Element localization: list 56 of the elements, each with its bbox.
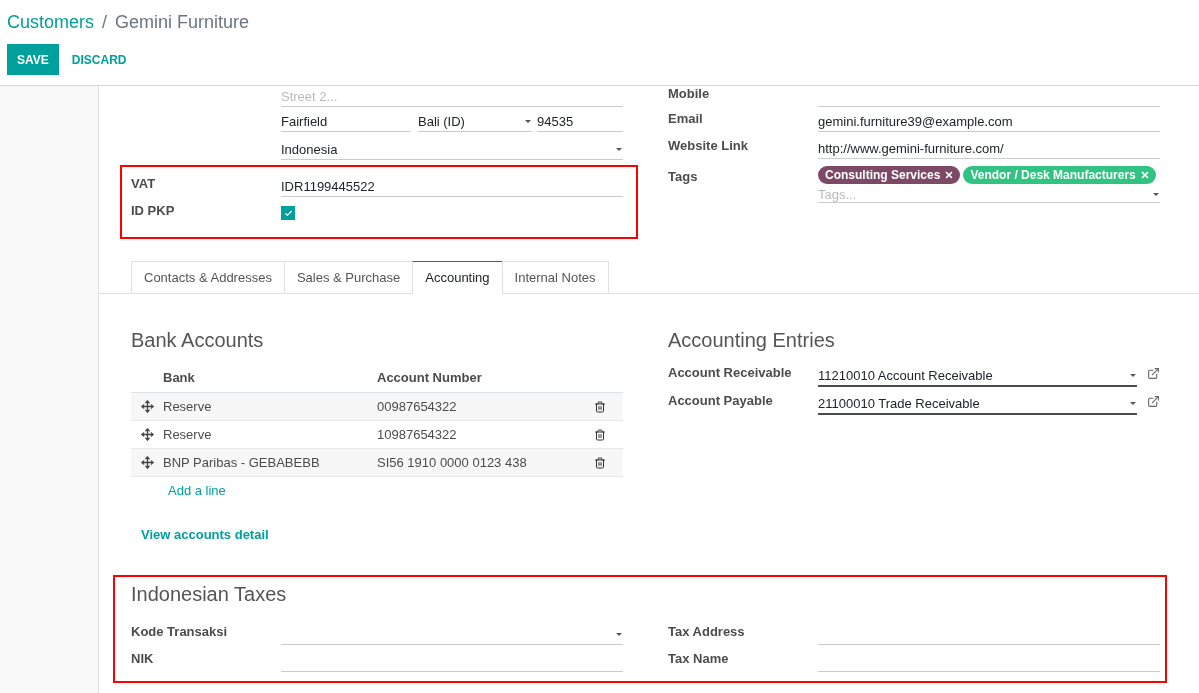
trash-icon[interactable]: [594, 456, 606, 469]
zip-field[interactable]: 94535: [537, 108, 623, 132]
checkbox[interactable]: [281, 206, 295, 220]
account-select[interactable]: 21100010 Trade Receivable: [818, 390, 1137, 415]
table-cell-text: Reserve: [163, 427, 213, 442]
table-cell-text: 10987654322: [377, 427, 458, 442]
caret-icon: [616, 632, 622, 636]
caret-icon: [1153, 193, 1159, 196]
section-title: Accounting Entries: [668, 329, 836, 352]
field-label: Tax Name: [668, 650, 730, 666]
record-title: Gemini Furniture: [115, 11, 250, 33]
trash-icon[interactable]: [594, 400, 606, 413]
close-icon[interactable]: [944, 170, 955, 180]
field-label: Email: [668, 110, 704, 126]
section-title: Indonesian Taxes: [131, 583, 288, 606]
text-field[interactable]: http://www.gemini-furniture.com/: [818, 135, 1160, 159]
tab[interactable]: Accounting: [412, 261, 503, 294]
field-label: Mobile: [668, 86, 711, 101]
tag-chip: Consulting Services: [818, 166, 961, 184]
field-label: ID PKP: [131, 202, 176, 218]
tab[interactable]: Internal Notes: [501, 261, 609, 294]
move-icon[interactable]: [140, 400, 154, 413]
caret-icon: [616, 147, 622, 151]
caret-icon: [525, 119, 531, 123]
section-title: Bank Accounts: [131, 329, 265, 352]
column-header: Bank: [163, 369, 196, 385]
table-cell-text: 00987654322: [377, 399, 458, 414]
check-icon: [283, 208, 293, 218]
external-link-icon[interactable]: [1147, 395, 1160, 408]
field-label: Tax Address: [668, 623, 746, 639]
field-label: Kode Transaksi: [131, 623, 229, 639]
tag-chip: Vendor / Desk Manufacturers: [963, 166, 1156, 184]
table-cell-text: BNP Paribas - GEBABEBB: [163, 455, 321, 470]
vat-field[interactable]: IDR1199445522: [281, 173, 623, 197]
caret-icon: [1130, 373, 1136, 377]
move-icon[interactable]: [140, 428, 154, 441]
field-label: Tags: [668, 168, 699, 184]
column-header: Account Number: [377, 369, 483, 385]
account-select[interactable]: 11210010 Account Receivable: [818, 362, 1137, 387]
field-label: NIK: [131, 650, 155, 666]
field-label: Account Receivable: [668, 364, 793, 380]
external-link-icon[interactable]: [1147, 367, 1160, 380]
field-label: VAT: [131, 175, 157, 191]
field-label: Website Link: [668, 137, 749, 153]
table-cell-text: Reserve: [163, 399, 213, 414]
city-field[interactable]: Fairfield: [281, 108, 411, 132]
tab[interactable]: Contacts & Addresses: [131, 261, 285, 294]
country-select[interactable]: Indonesia: [281, 136, 623, 160]
caret-icon: [1130, 401, 1136, 405]
trash-icon[interactable]: [594, 428, 606, 441]
text-field[interactable]: gemini.furniture39@example.com: [818, 108, 1160, 132]
field-label: Account Payable: [668, 392, 774, 408]
move-icon[interactable]: [140, 456, 154, 469]
state-select[interactable]: Bali (ID): [418, 108, 532, 132]
breadcrumb-separator: /: [102, 11, 108, 33]
table-cell-text: SI56 1910 0000 0123 438: [377, 455, 528, 470]
